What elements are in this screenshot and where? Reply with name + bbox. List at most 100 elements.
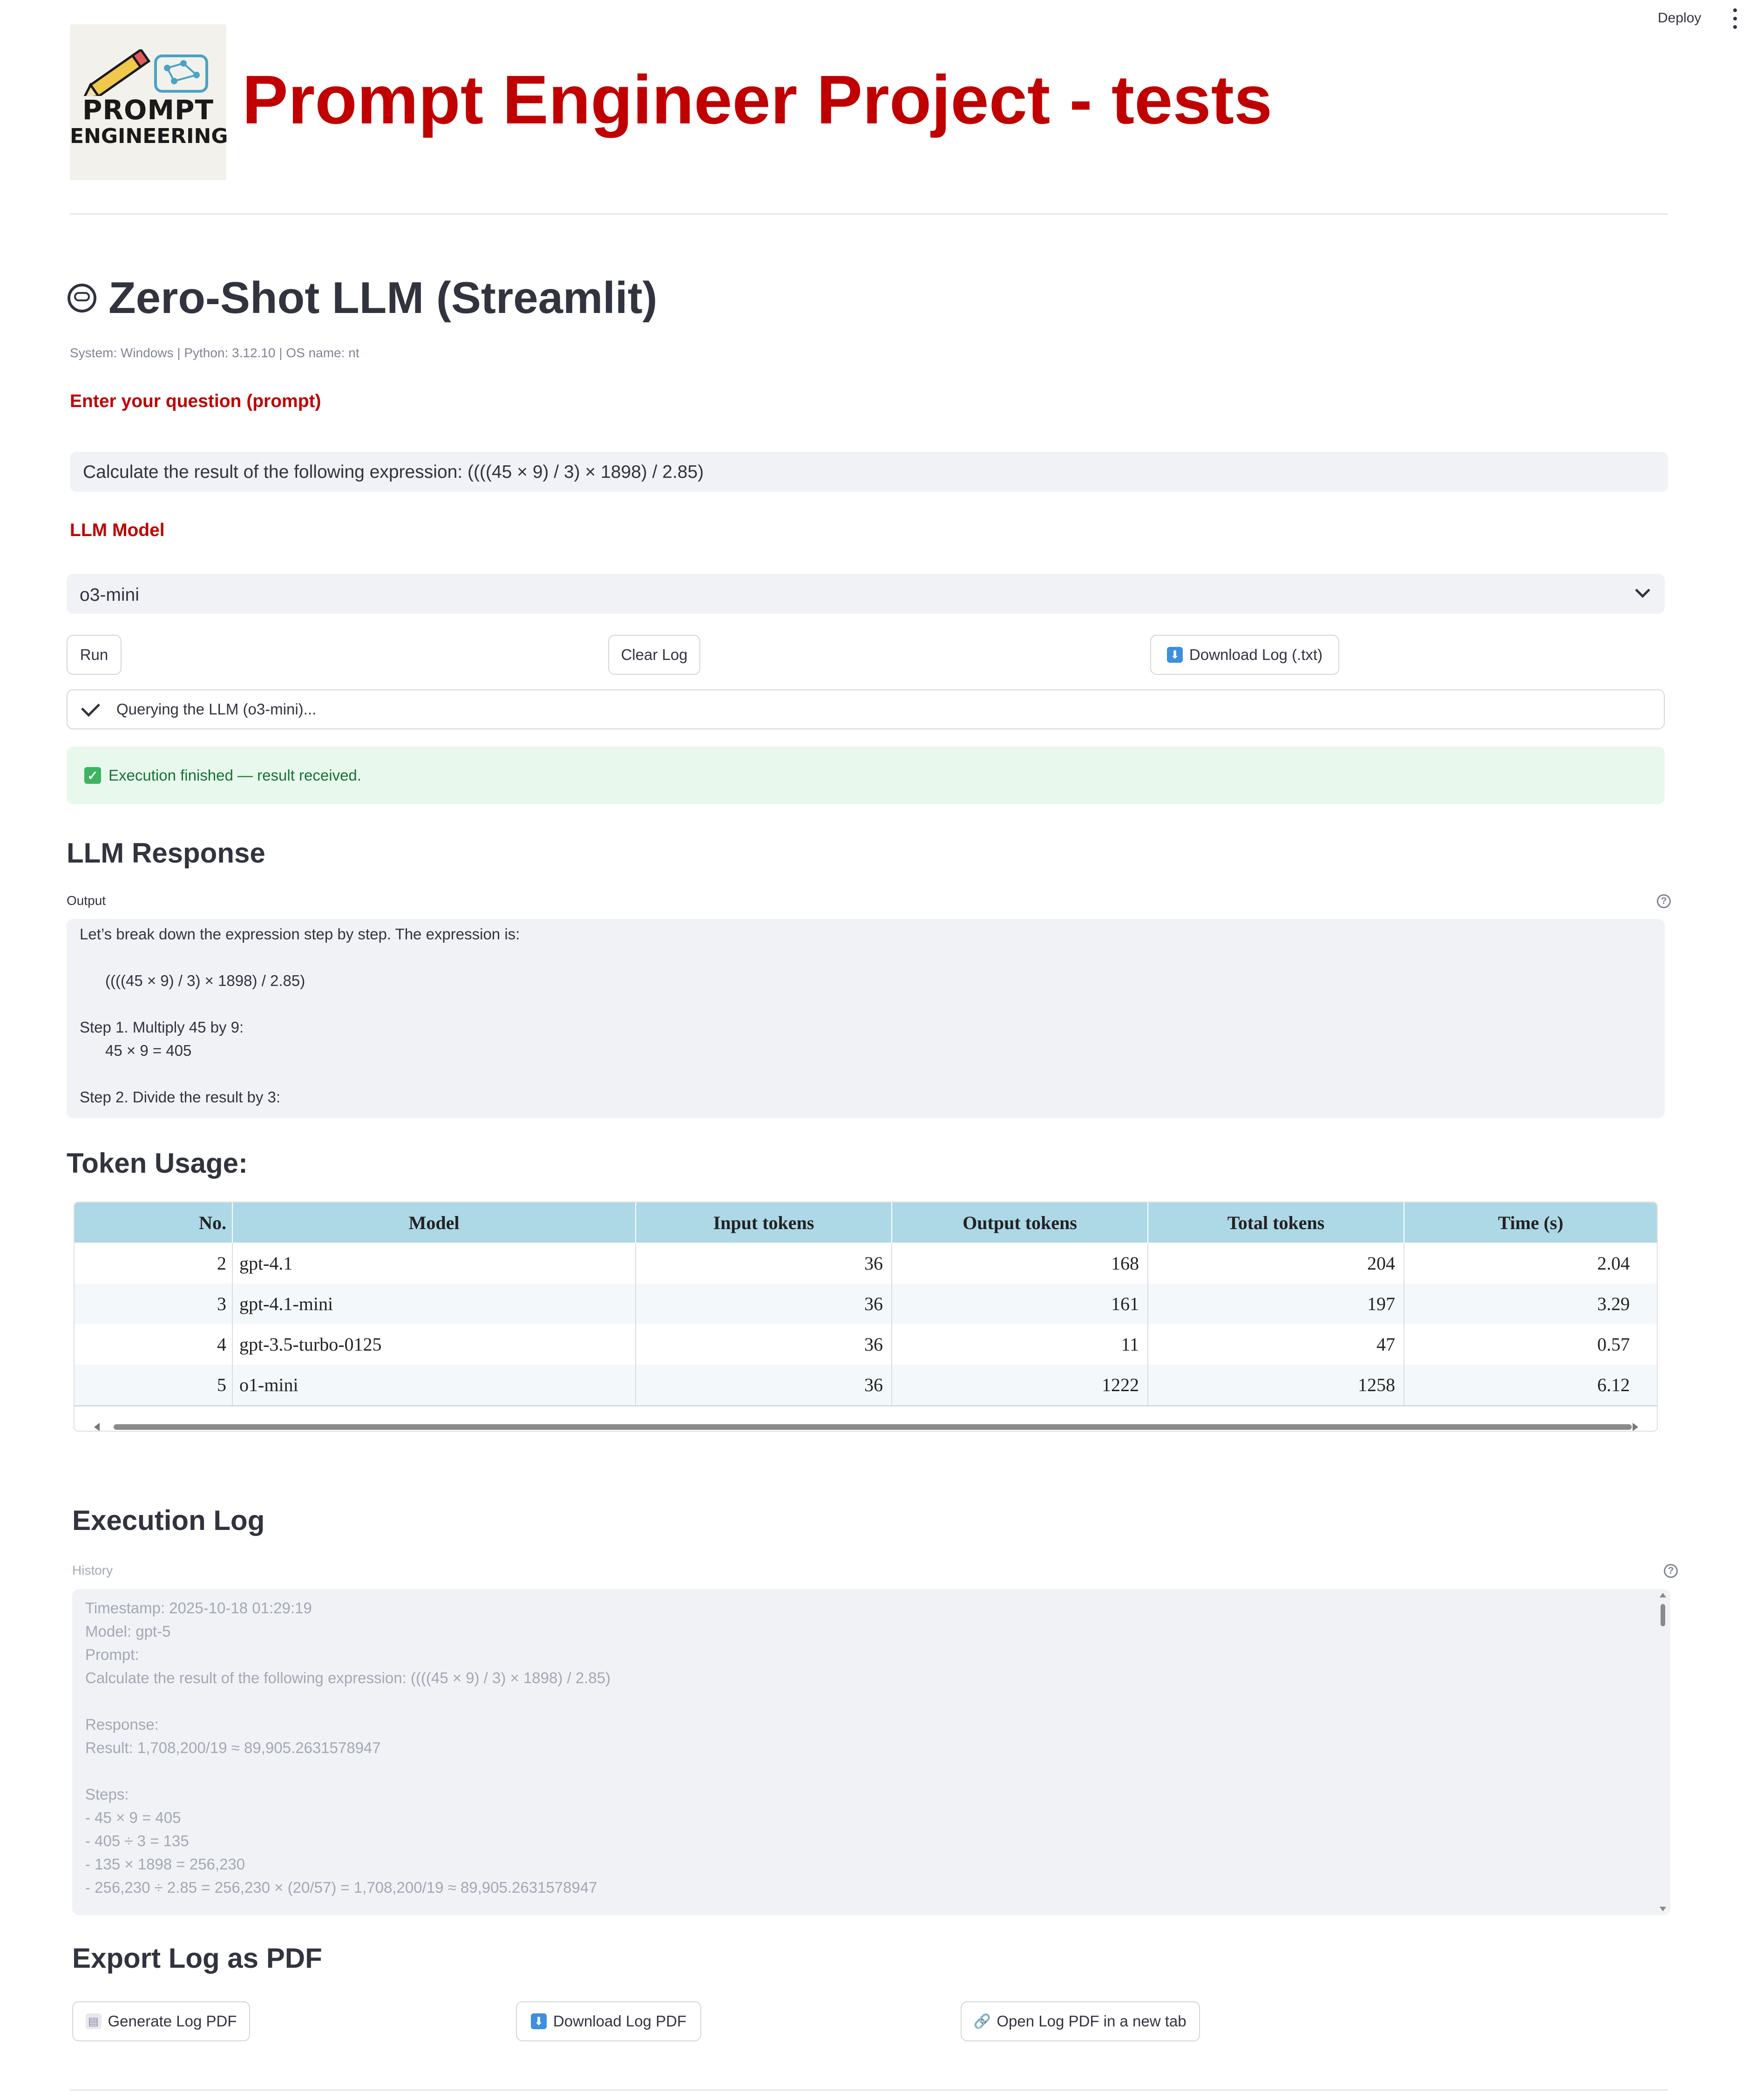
table-cell: 4 bbox=[75, 1324, 233, 1365]
output-line: Step 2. Divide the result by 3: bbox=[80, 1088, 281, 1106]
column-header: Model bbox=[233, 1203, 636, 1243]
table-cell: 204 bbox=[1148, 1243, 1404, 1284]
system-info: System: Windows | Python: 3.12.10 | OS n… bbox=[70, 346, 359, 360]
table-cell: 197 bbox=[1148, 1284, 1404, 1324]
column-header: Input tokens bbox=[636, 1203, 892, 1243]
help-icon[interactable]: ? bbox=[1657, 894, 1671, 908]
log-line: - 405 ÷ 3 = 135 bbox=[85, 1832, 189, 1849]
pencil-network-icon bbox=[81, 49, 208, 96]
model-select-value: o3-mini bbox=[80, 585, 139, 605]
kebab-menu-icon[interactable] bbox=[1730, 8, 1740, 29]
link-icon: 🔗 bbox=[973, 2013, 991, 2029]
output-line: 45 × 9 = 405 bbox=[80, 1042, 192, 1059]
open-log-pdf-label: Open Log PDF in a new tab bbox=[997, 2012, 1187, 2030]
document-icon: ▤ bbox=[85, 2013, 102, 2029]
status-expander[interactable]: Querying the LLM (o3-mini)... bbox=[67, 689, 1665, 729]
table-header: No. Model Input tokens Output tokens Tot… bbox=[75, 1203, 1657, 1243]
output-line: Let’s break down the expression step by … bbox=[80, 925, 520, 943]
log-line: - 45 × 9 = 405 bbox=[85, 1809, 181, 1826]
log-line: Steps: bbox=[85, 1786, 129, 1803]
table-row: 2 gpt-4.1 36 168 204 2.04 bbox=[75, 1243, 1657, 1285]
table-cell: gpt-3.5-turbo-0125 bbox=[233, 1324, 636, 1365]
log-line: Timestamp: 2025-10-18 01:29:19 bbox=[85, 1599, 312, 1617]
column-header: Time (s) bbox=[1498, 1212, 1564, 1233]
robot-icon bbox=[68, 284, 96, 313]
page-heading: Zero-Shot LLM (Streamlit) bbox=[68, 272, 658, 324]
logo-text-prompt: PROMPT bbox=[82, 94, 214, 126]
divider bbox=[70, 213, 1668, 215]
table-cell: 168 bbox=[892, 1243, 1148, 1284]
model-label: LLM Model bbox=[70, 520, 165, 540]
table-cell: 3 bbox=[75, 1284, 233, 1324]
output-line: ((((45 × 9) / 3) × 1898) / 2.85) bbox=[80, 972, 305, 989]
history-scrollbar[interactable] bbox=[1658, 1592, 1668, 1915]
table-cell: 11 bbox=[892, 1324, 1148, 1365]
table-cell: 2.04 bbox=[1597, 1253, 1630, 1274]
page-heading-text: Zero-Shot LLM (Streamlit) bbox=[108, 273, 658, 323]
table-cell: o1-mini bbox=[233, 1365, 636, 1405]
table-cell: 36 bbox=[636, 1243, 892, 1284]
table-cell: 161 bbox=[892, 1284, 1148, 1324]
logo-text-engineering: ENGINEERING bbox=[70, 124, 228, 148]
download-log-button[interactable]: ⬇ Download Log (.txt) bbox=[1150, 635, 1339, 675]
clear-log-button[interactable]: Clear Log bbox=[608, 635, 700, 675]
prompt-label: Enter your question (prompt) bbox=[70, 391, 321, 411]
table-cell: 2 bbox=[75, 1243, 233, 1284]
download-log-pdf-label: Download Log PDF bbox=[553, 2012, 687, 2030]
table-cell: 47 bbox=[1148, 1324, 1404, 1365]
log-line: Calculate the result of the following ex… bbox=[85, 1669, 611, 1686]
generate-log-pdf-button[interactable]: ▤ Generate Log PDF bbox=[72, 2001, 250, 2041]
table-cell: 1258 bbox=[1148, 1365, 1404, 1405]
table-horizontal-scrollbar[interactable] bbox=[93, 1415, 1639, 1431]
table-cell: gpt-4.1 bbox=[233, 1243, 636, 1284]
log-line: - 135 × 1898 = 256,230 bbox=[85, 1855, 245, 1873]
column-header: Output tokens bbox=[892, 1203, 1148, 1243]
output-textarea[interactable]: Let’s break down the expression step by … bbox=[67, 919, 1665, 1118]
table-cell: 36 bbox=[636, 1324, 892, 1365]
response-heading: LLM Response bbox=[67, 837, 265, 869]
output-label: Output bbox=[67, 893, 106, 908]
help-icon[interactable]: ? bbox=[1664, 1564, 1678, 1578]
table-cell: 36 bbox=[636, 1284, 892, 1324]
download-log-pdf-button[interactable]: ⬇ Download Log PDF bbox=[516, 2001, 701, 2041]
divider bbox=[70, 2089, 1668, 2091]
history-textarea[interactable]: Timestamp: 2025-10-18 01:29:19 Model: gp… bbox=[72, 1589, 1670, 1915]
table-cell: 0.57 bbox=[1597, 1334, 1630, 1355]
table-row: 3 gpt-4.1-mini 36 161 197 3.29 bbox=[75, 1284, 1657, 1325]
log-line: Prompt: bbox=[85, 1646, 139, 1663]
log-line: Response: bbox=[85, 1716, 159, 1733]
generate-log-pdf-label: Generate Log PDF bbox=[108, 2012, 237, 2030]
chevron-down-icon bbox=[1635, 583, 1650, 598]
run-button[interactable]: Run bbox=[67, 635, 122, 675]
open-log-pdf-button[interactable]: 🔗 Open Log PDF in a new tab bbox=[961, 2001, 1200, 2041]
app-title: Prompt Engineer Project - tests bbox=[242, 61, 1273, 138]
table-cell: 3.29 bbox=[1597, 1293, 1630, 1314]
table-cell: 6.12 bbox=[1597, 1374, 1630, 1395]
success-text: Execution finished — result received. bbox=[108, 767, 361, 784]
log-line: - 256,230 ÷ 2.85 = 256,230 × (20/57) = 1… bbox=[85, 1879, 597, 1896]
model-select[interactable]: o3-mini bbox=[67, 574, 1665, 614]
download-icon: ⬇ bbox=[1166, 647, 1183, 663]
table-cell: gpt-4.1-mini bbox=[233, 1284, 636, 1324]
success-alert: ✓ Execution finished — result received. bbox=[67, 747, 1665, 804]
table-row: 5 o1-mini 36 1222 1258 6.12 bbox=[75, 1365, 1657, 1407]
download-log-label: Download Log (.txt) bbox=[1189, 646, 1323, 663]
success-check-icon: ✓ bbox=[84, 767, 101, 784]
prompt-input[interactable]: Calculate the result of the following ex… bbox=[70, 452, 1668, 492]
token-usage-table: No. Model Input tokens Output tokens Tot… bbox=[74, 1202, 1658, 1432]
download-icon: ⬇ bbox=[530, 2013, 547, 2029]
table-cell: 36 bbox=[636, 1365, 892, 1405]
status-text: Querying the LLM (o3-mini)... bbox=[116, 700, 317, 718]
table-cell: 5 bbox=[75, 1365, 233, 1405]
output-line: Step 1. Multiply 45 by 9: bbox=[80, 1019, 244, 1036]
log-line: Model: gpt-5 bbox=[85, 1623, 171, 1640]
token-usage-heading: Token Usage: bbox=[67, 1148, 248, 1179]
logo: PROMPT ENGINEERING bbox=[70, 24, 228, 180]
execution-log-heading: Execution Log bbox=[72, 1505, 265, 1536]
table-row: 4 gpt-3.5-turbo-0125 36 11 47 0.57 bbox=[75, 1324, 1657, 1366]
deploy-button[interactable]: Deploy bbox=[1658, 10, 1701, 26]
